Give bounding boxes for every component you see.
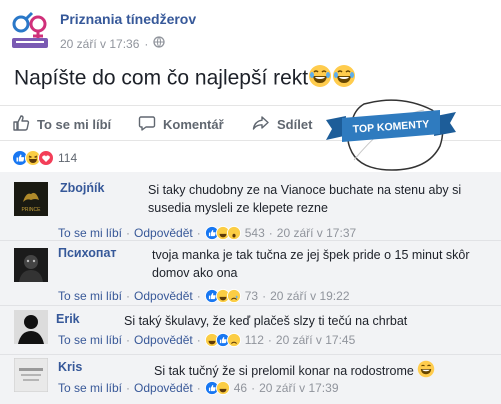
comment-reaction-count: 112	[244, 333, 264, 347]
post-header: Priznania tínedžerov 20 září v 17:36 ·	[0, 0, 501, 56]
comment-item: Психопат tvoja manka je tak tučna ze jej…	[0, 244, 501, 304]
comment-time[interactable]: 20 září v 17:39	[259, 381, 338, 395]
reply-link[interactable]: Odpovědět	[134, 333, 193, 347]
avatar[interactable]: PRINCE	[14, 182, 48, 216]
comment-item: Kris Si tak tučný že si prelomil konar n…	[0, 356, 501, 402]
thumbs-up-icon	[12, 114, 30, 135]
post-text-content: Napíšte do com čo najlepší rekt	[14, 66, 309, 90]
comment-actions: To se mi líbí · Odpovědět · 112 · 20 zář…	[58, 333, 356, 347]
comment-text: Si tak tučný že si prelomil konar na rod…	[154, 360, 474, 383]
divider	[0, 305, 501, 306]
laughing-face-icon	[308, 64, 332, 94]
comment-reaction-count: 46	[233, 381, 248, 395]
comment-like-link[interactable]: To se mi líbí	[58, 333, 122, 347]
sad-reaction-icon	[226, 289, 241, 303]
comment-time[interactable]: 20 září v 17:45	[276, 333, 355, 347]
avatar[interactable]	[13, 357, 49, 393]
reply-link[interactable]: Odpovědět	[134, 381, 193, 395]
comment-like-link[interactable]: To se mi líbí	[58, 226, 122, 240]
comment-reaction-icons[interactable]	[204, 226, 241, 240]
comment-time[interactable]: 20 září v 19:22	[270, 289, 349, 303]
comment-time[interactable]: 20 září v 17:37	[277, 226, 356, 240]
comment-reaction-icons[interactable]	[204, 381, 230, 395]
divider	[0, 240, 501, 241]
comment-button[interactable]: Komentář	[138, 114, 224, 135]
reactions-summary[interactable]: 114	[12, 150, 77, 166]
comment-text: Si taky chudobny ze na Vianoce buchate n…	[148, 183, 462, 215]
reaction-icons	[12, 150, 54, 166]
comment-like-link[interactable]: To se mi líbí	[58, 381, 122, 395]
comment-author[interactable]: Kris	[58, 360, 82, 374]
reaction-count: 114	[58, 151, 78, 165]
wow-reaction-icon	[226, 226, 241, 240]
comment-item: PRINCE Zbojńík Si taky chudobny ze na Vi…	[0, 178, 501, 240]
like-button[interactable]: To se mi líbí	[12, 114, 111, 135]
comment-text: tvoja manka je tak tučna ze jej špek pri…	[152, 248, 470, 280]
haha-reaction-icon	[215, 381, 230, 395]
comment-label: Komentář	[163, 117, 224, 132]
reply-link[interactable]: Odpovědět	[134, 289, 193, 303]
post-date[interactable]: 20 září v 17:36	[60, 37, 139, 51]
love-reaction-icon	[38, 150, 54, 166]
comment-reaction-icons[interactable]	[204, 289, 241, 303]
reply-link[interactable]: Odpovědět	[134, 226, 193, 240]
post-meta: 20 září v 17:36 ·	[60, 36, 166, 51]
avatar[interactable]	[14, 310, 48, 344]
share-button[interactable]: Sdílet	[252, 114, 312, 135]
globe-icon	[153, 36, 166, 51]
comments-section: PRINCE Zbojńík Si taky chudobny ze na Vi…	[0, 172, 501, 404]
comment-author[interactable]: Erik	[56, 312, 80, 326]
svg-text:PRINCE: PRINCE	[22, 207, 42, 213]
share-label: Sdílet	[277, 117, 313, 132]
top-comments-banner: TOP KOMENTY	[320, 96, 460, 176]
post-text: Napíšte do com čo najlepší rekt	[14, 64, 356, 94]
comment-text-content: Si tak tučný že si prelomil konar na rod…	[154, 363, 414, 378]
comment-actions: To se mi líbí · Odpovědět · 46 · 20 září…	[58, 381, 339, 395]
separator: ·	[144, 36, 149, 51]
comment-icon	[138, 114, 156, 135]
avatar[interactable]	[14, 248, 48, 282]
comment-text: Si taký škulavy, že keď plačeš slzy ti t…	[124, 314, 408, 328]
comment-author[interactable]: Психопат	[58, 246, 117, 260]
comment-author[interactable]: Zbojńík	[60, 181, 104, 195]
share-icon	[252, 114, 270, 135]
comment-actions: To se mi líbí · Odpovědět · 543 · 20 zář…	[58, 226, 357, 240]
comment-reaction-count: 543	[244, 226, 265, 240]
page-name[interactable]: Priznania tínedžerov	[60, 11, 196, 27]
page-logo[interactable]	[8, 8, 52, 52]
like-label: To se mi líbí	[37, 117, 112, 132]
laughing-face-icon	[417, 360, 435, 383]
laughing-face-icon	[332, 64, 356, 94]
comment-reaction-count: 73	[244, 289, 259, 303]
sad-reaction-icon	[226, 333, 241, 347]
comment-actions: To se mi líbí · Odpovědět · 73 · 20 září…	[58, 289, 350, 303]
comment-reaction-icons[interactable]	[204, 333, 241, 347]
comment-like-link[interactable]: To se mi líbí	[58, 289, 122, 303]
comment-item: Erik Si taký škulavy, že keď plačeš slzy…	[0, 308, 501, 352]
divider	[0, 354, 501, 355]
